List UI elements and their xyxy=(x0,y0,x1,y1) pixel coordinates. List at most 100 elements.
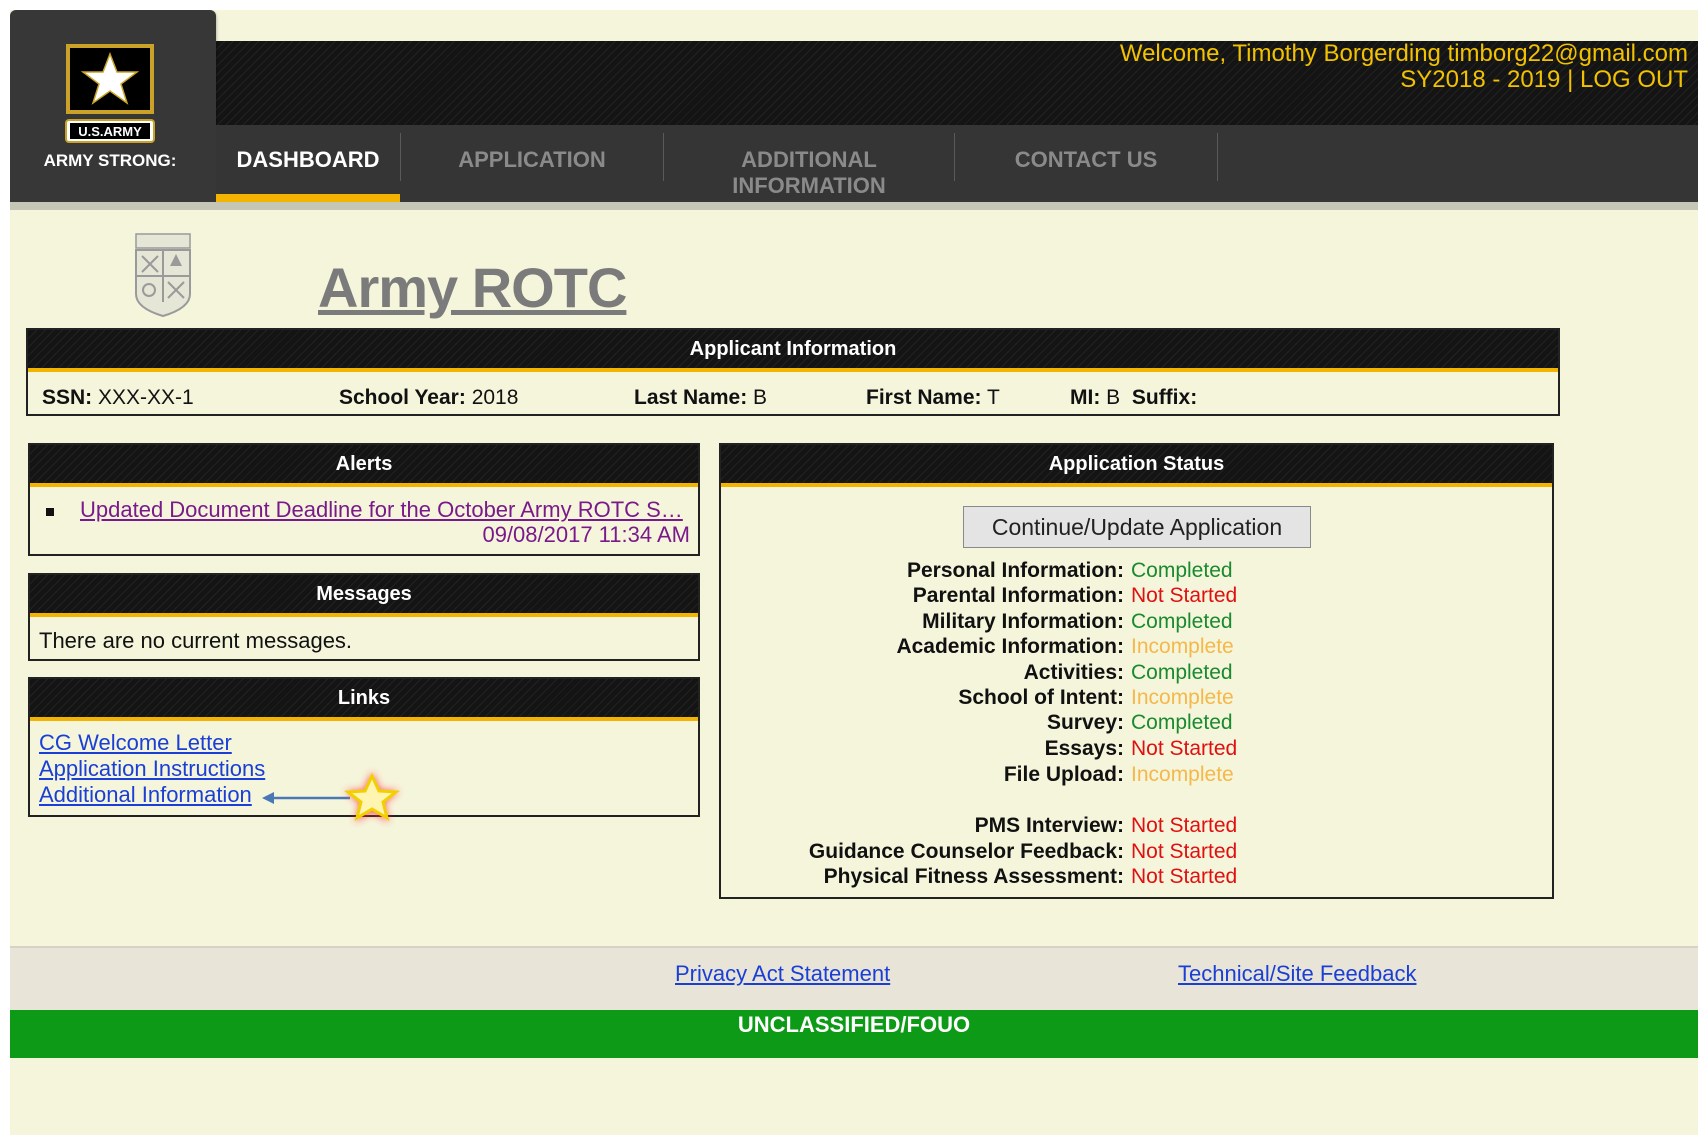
logout-link[interactable]: LOG OUT xyxy=(1580,66,1688,93)
status-label-wrap: Activities: xyxy=(1024,660,1124,685)
status-label-wrap: Academic Information: xyxy=(896,634,1124,659)
page-title[interactable]: Army ROTC xyxy=(318,255,627,320)
tab-additional-line1: ADDITIONAL xyxy=(741,147,877,172)
footer: Privacy Act Statement Technical/Site Fee… xyxy=(10,946,1698,1012)
logo-tagline: ARMY STRONG: xyxy=(44,151,177,170)
continue-update-application-button[interactable]: Continue/Update Application xyxy=(963,506,1311,548)
status-value: Completed xyxy=(1131,711,1233,734)
header-divider xyxy=(10,202,1698,210)
status-value: Not Started xyxy=(1131,865,1238,888)
tab-dashboard-label: DASHBOARD xyxy=(236,147,380,172)
tab-dashboard[interactable]: DASHBOARD xyxy=(216,125,400,202)
alert-link[interactable]: Updated Document Deadline for the Octobe… xyxy=(80,497,683,522)
link-additional-information[interactable]: Additional Information xyxy=(39,782,252,807)
status-label: File Upload: xyxy=(1003,763,1124,786)
status-value: Not Started xyxy=(1131,737,1238,760)
messages-header: Messages xyxy=(30,575,698,617)
technical-feedback-link[interactable]: Technical/Site Feedback xyxy=(1178,961,1416,987)
link-application-instructions[interactable]: Application Instructions xyxy=(39,756,265,781)
suffix-label: Suffix: xyxy=(1131,386,1198,409)
status-row: Survey: Completed xyxy=(721,710,1552,735)
logo-badge-text: U.S.ARMY xyxy=(78,124,142,139)
status-row: Essays: Not Started xyxy=(721,736,1552,761)
first-name-field: First Name: T xyxy=(866,386,1000,409)
mi-field: MI: B Suffix: xyxy=(1070,386,1198,409)
classification-banner: UNCLASSIFIED/FOUO xyxy=(10,1010,1698,1058)
status-label: School of Intent: xyxy=(958,686,1124,709)
alert-date: 09/08/2017 11:34 AM xyxy=(482,522,690,547)
tab-additional-information[interactable]: ADDITIONAL INFORMATION xyxy=(664,125,954,202)
bullet-icon xyxy=(46,508,54,516)
status-label: Military Information: xyxy=(922,610,1124,633)
status-label-wrap: Essays: xyxy=(1045,736,1124,761)
applicant-info-header: Applicant Information xyxy=(28,330,1558,372)
active-tab-indicator xyxy=(216,194,400,202)
link-cg-welcome-letter[interactable]: CG Welcome Letter xyxy=(39,730,232,755)
applicant-info-panel: Applicant Information SSN: XXX-XX-1 Scho… xyxy=(26,328,1560,416)
status-label-wrap: Military Information: xyxy=(922,609,1124,634)
status-label: Personal Information: xyxy=(906,559,1124,582)
nav-divider xyxy=(1217,133,1218,181)
status-row: File Upload: Incomplete xyxy=(721,762,1552,787)
header-bar: Welcome, Timothy Borgerding timborg22@gm… xyxy=(216,41,1698,125)
status-label: Academic Information: xyxy=(896,635,1124,658)
annotation-arrow-icon xyxy=(262,772,401,822)
ssn-value: XXX-XX-1 xyxy=(98,386,194,409)
status-row: Personal Information: Completed xyxy=(721,558,1552,583)
school-year-value: 2018 xyxy=(471,386,519,409)
mi-value: B xyxy=(1106,386,1121,409)
status-value: Completed xyxy=(1131,610,1233,633)
status-row: Academic Information: Incomplete xyxy=(721,634,1552,659)
status-row: Guidance Counselor Feedback: Not Started xyxy=(721,839,1552,864)
links-header: Links xyxy=(30,679,698,721)
alerts-header: Alerts xyxy=(30,445,698,487)
status-value: Incomplete xyxy=(1131,635,1234,658)
status-label-wrap: Parental Information: xyxy=(913,583,1124,608)
status-value: Completed xyxy=(1131,559,1233,582)
ssn-field: SSN: XXX-XX-1 xyxy=(42,386,194,409)
rotc-emblem-icon xyxy=(132,232,194,323)
first-name-value: T xyxy=(987,386,1000,409)
application-status-header: Application Status xyxy=(721,445,1552,487)
tab-application-label: APPLICATION xyxy=(458,147,606,172)
messages-empty-text: There are no current messages. xyxy=(39,628,353,653)
status-label-wrap: Survey: xyxy=(1047,710,1124,735)
status-label-wrap: Personal Information: xyxy=(907,558,1124,583)
status-label-wrap: File Upload: xyxy=(1004,762,1124,787)
tab-contact-label: CONTACT US xyxy=(1014,147,1158,172)
status-label-wrap: School of Intent: xyxy=(958,685,1124,710)
status-value: Completed xyxy=(1131,661,1233,684)
status-row: Activities: Completed xyxy=(721,660,1552,685)
status-label: Guidance Counselor Feedback: xyxy=(808,840,1124,863)
tab-additional-line2: INFORMATION xyxy=(732,173,886,198)
status-value: Not Started xyxy=(1131,814,1238,837)
status-label: Activities: xyxy=(1023,661,1124,684)
app-frame: Welcome, Timothy Borgerding timborg22@gm… xyxy=(10,10,1698,1135)
status-label: Physical Fitness Assessment: xyxy=(823,865,1124,888)
status-value: Incomplete xyxy=(1131,763,1234,786)
status-row: PMS Interview: Not Started xyxy=(721,813,1552,838)
welcome-text: Welcome, Timothy Borgerding timborg22@gm… xyxy=(1119,40,1688,67)
tab-application[interactable]: APPLICATION xyxy=(401,125,663,202)
status-value: Not Started xyxy=(1131,584,1238,607)
status-row: Physical Fitness Assessment: Not Started xyxy=(721,864,1552,889)
links-list: CG Welcome Letter Application Instructio… xyxy=(39,730,265,808)
status-row: School of Intent: Incomplete xyxy=(721,685,1552,710)
tab-contact-us[interactable]: CONTACT US xyxy=(955,125,1217,202)
last-name-field: Last Name: B xyxy=(634,386,768,409)
army-logo[interactable]: U.S.ARMY ARMY STRONG: xyxy=(10,10,216,202)
status-label: Essays: xyxy=(1044,737,1124,760)
school-year-field: School Year: 2018 xyxy=(339,386,519,409)
messages-panel: Messages There are no current messages. xyxy=(28,573,700,661)
alerts-panel: Alerts Updated Document Deadline for the… xyxy=(28,443,700,556)
status-label-wrap: PMS Interview: xyxy=(975,813,1124,838)
status-row: Military Information: Completed xyxy=(721,609,1552,634)
status-label-wrap: Physical Fitness Assessment: xyxy=(824,864,1124,889)
school-year-label: SY2018 - 2019 | xyxy=(1400,66,1574,93)
user-welcome: Welcome, Timothy Borgerding timborg22@gm… xyxy=(1120,41,1688,93)
last-name-value: B xyxy=(753,386,768,409)
privacy-act-link[interactable]: Privacy Act Statement xyxy=(675,961,890,987)
status-row: Parental Information: Not Started xyxy=(721,583,1552,608)
status-label: Survey: xyxy=(1046,711,1124,734)
status-label-wrap: Guidance Counselor Feedback: xyxy=(809,839,1124,864)
